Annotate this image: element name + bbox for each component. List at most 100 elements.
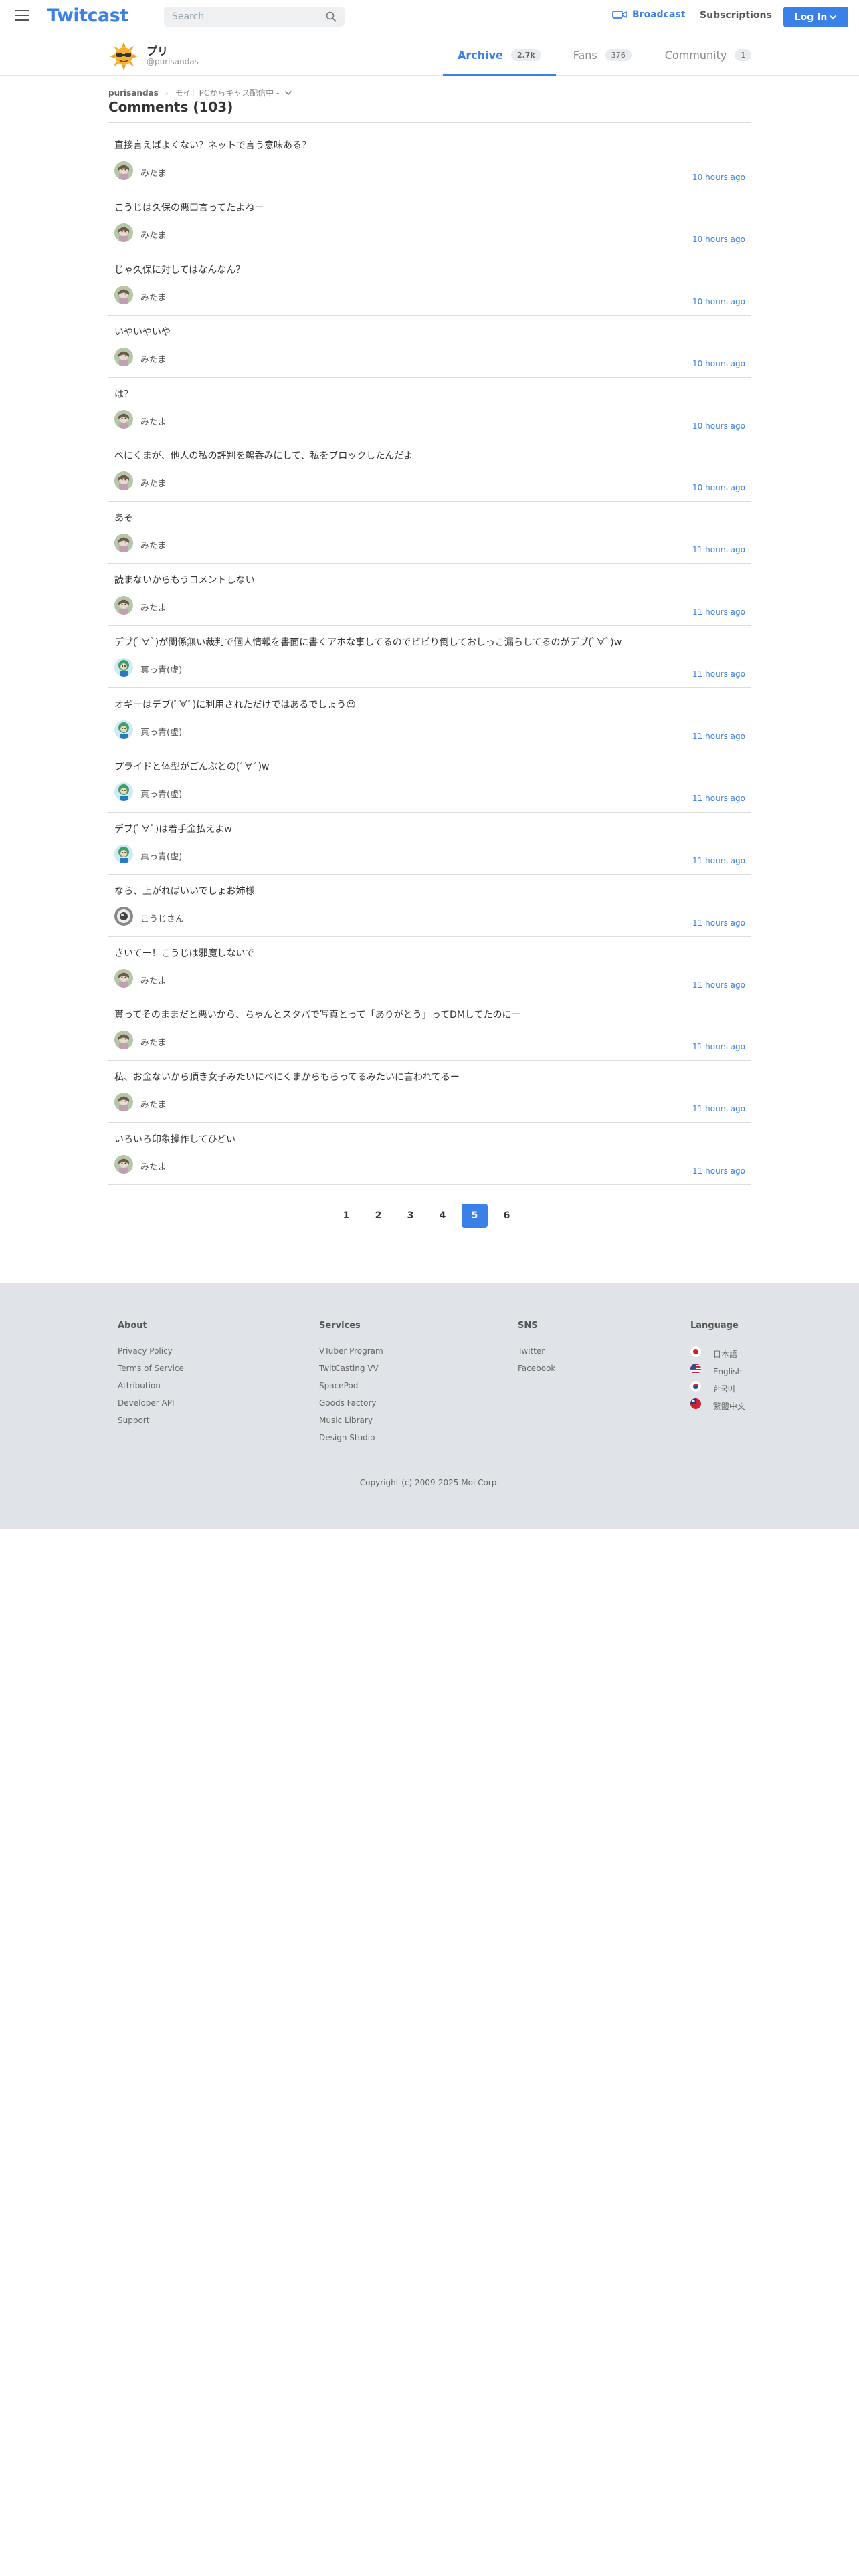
language-option-zh[interactable]: 繁體中文: [690, 1398, 745, 1416]
chevron-down-icon[interactable]: [284, 90, 292, 96]
commenter-avatar[interactable]: [114, 1093, 133, 1112]
comment-timestamp[interactable]: 11 hours ago: [692, 732, 745, 741]
commenter-avatar[interactable]: [114, 347, 133, 366]
footer-link[interactable]: Developer API: [118, 1398, 184, 1416]
footer-link[interactable]: Attribution: [118, 1381, 184, 1398]
commenter-avatar[interactable]: [114, 720, 133, 740]
comment-timestamp[interactable]: 10 hours ago: [692, 173, 745, 182]
menu-icon[interactable]: [15, 10, 29, 22]
commenter-avatar[interactable]: [114, 161, 133, 180]
broadcast-button[interactable]: Broadcast: [612, 9, 685, 20]
language-label: English: [712, 1367, 743, 1376]
comment-timestamp[interactable]: 11 hours ago: [692, 980, 745, 990]
page-button-4[interactable]: 4: [430, 1204, 456, 1228]
comment-timestamp[interactable]: 11 hours ago: [692, 545, 745, 554]
search-input[interactable]: [172, 11, 319, 22]
footer-link[interactable]: TwitCasting VV: [319, 1364, 383, 1381]
comment-timestamp[interactable]: 11 hours ago: [692, 1166, 745, 1176]
page-button-2[interactable]: 2: [365, 1204, 391, 1228]
breadcrumb-movie-link[interactable]: モイ！PCからキャス配信中 -: [175, 87, 280, 98]
commenter-avatar[interactable]: [114, 968, 133, 988]
footer-link[interactable]: Facebook: [518, 1364, 555, 1381]
footer-link[interactable]: SpacePod: [319, 1381, 383, 1398]
top-header: Twitcast Broadcast Subscriptions Log In: [0, 0, 859, 33]
footer-link[interactable]: Terms of Service: [118, 1364, 184, 1381]
commenter-name[interactable]: みたま: [140, 1035, 167, 1048]
commenter-name[interactable]: みたま: [140, 415, 167, 427]
comment-text: 読まないからもうコメントしない: [114, 575, 255, 586]
comment-item: べにくまが、他人の私の評判を鵜呑みにして、私をブロックしたんだよ みたま 10 ho…: [108, 439, 751, 502]
commenter-name[interactable]: みたま: [140, 1097, 167, 1110]
twitcast-logo[interactable]: Twitcast: [47, 5, 128, 26]
language-option-ja[interactable]: 日本語: [690, 1346, 745, 1364]
commenter-avatar[interactable]: [114, 409, 133, 429]
commenter-name[interactable]: みたま: [140, 228, 167, 241]
commenter-name[interactable]: 真っ青(虚): [140, 663, 182, 675]
tab-archive[interactable]: Archive 2.7k: [443, 34, 556, 76]
comment-timestamp[interactable]: 11 hours ago: [692, 856, 745, 865]
language-option-en[interactable]: English: [690, 1364, 745, 1381]
commenter-name[interactable]: みたま: [140, 601, 167, 613]
language-label: 한국어: [712, 1384, 735, 1394]
page-button-5[interactable]: 5: [462, 1204, 488, 1228]
profile-avatar[interactable]: [108, 41, 139, 72]
commenter-name[interactable]: みたま: [140, 974, 167, 986]
comment-timestamp[interactable]: 11 hours ago: [692, 794, 745, 803]
footer-link[interactable]: Music Library: [319, 1416, 383, 1433]
commenter-name[interactable]: みたま: [140, 476, 167, 489]
commenter-name[interactable]: みたま: [140, 166, 167, 179]
breadcrumb-user-link[interactable]: purisandas: [108, 88, 159, 98]
login-button[interactable]: Log In: [783, 7, 848, 27]
commenter-avatar[interactable]: [114, 596, 133, 615]
footer-link[interactable]: Privacy Policy: [118, 1346, 184, 1364]
page-button-6[interactable]: 6: [494, 1204, 520, 1228]
page-button-3[interactable]: 3: [397, 1204, 423, 1228]
footer-heading: SNS: [518, 1321, 538, 1331]
profile-name[interactable]: プリ: [147, 42, 168, 58]
commenter-name[interactable]: みたま: [140, 290, 167, 303]
tab-community[interactable]: Community 1: [645, 34, 763, 76]
footer-link[interactable]: Design Studio: [319, 1433, 383, 1451]
commenter-avatar[interactable]: [114, 285, 133, 304]
language-option-ko[interactable]: 한국어: [690, 1381, 745, 1398]
commenter-name[interactable]: 真っ青(虚): [140, 849, 182, 862]
commenter-avatar[interactable]: [114, 906, 133, 926]
comment-timestamp[interactable]: 10 hours ago: [692, 297, 745, 306]
comment-timestamp[interactable]: 11 hours ago: [692, 1104, 745, 1113]
search-icon[interactable]: [326, 11, 337, 22]
comment-list: 直接言えばよくない？ネットで言う意味ある？ みたま 10 hours ago こうじは…: [108, 129, 751, 1186]
commenter-name[interactable]: 真っ青(虚): [140, 725, 182, 738]
footer-link[interactable]: VTuber Program: [319, 1346, 383, 1364]
commenter-avatar[interactable]: [114, 223, 133, 242]
commenter-avatar[interactable]: [114, 534, 133, 553]
taiwan-flag-icon: [690, 1398, 701, 1409]
commenter-name[interactable]: みたま: [140, 352, 167, 365]
comment-timestamp[interactable]: 11 hours ago: [692, 669, 745, 679]
commenter-avatar[interactable]: [114, 658, 133, 677]
commenter-avatar[interactable]: [114, 1031, 133, 1050]
comment-timestamp[interactable]: 10 hours ago: [692, 235, 745, 244]
commenter-name[interactable]: こうじさん: [140, 911, 184, 924]
comment-item: デブ(ﾟ∀ﾟ)が関係無い裁判で個人情報を書面に書くアホな事してるのでビビり倒して…: [108, 626, 751, 689]
commenter-name[interactable]: 真っ青(虚): [140, 787, 182, 800]
commenter-avatar[interactable]: [114, 471, 133, 491]
comment-timestamp[interactable]: 10 hours ago: [692, 483, 745, 492]
subscriptions-link[interactable]: Subscriptions: [700, 10, 772, 21]
japan-flag-icon: [690, 1346, 701, 1357]
footer-link[interactable]: Goods Factory: [319, 1398, 383, 1416]
footer-link[interactable]: Twitter: [518, 1346, 555, 1364]
comment-timestamp[interactable]: 11 hours ago: [692, 918, 745, 928]
commenter-avatar[interactable]: [114, 844, 133, 863]
comment-timestamp[interactable]: 11 hours ago: [692, 1042, 745, 1051]
commenter-avatar[interactable]: [114, 1155, 133, 1174]
footer-link[interactable]: Support: [118, 1416, 184, 1433]
comment-timestamp[interactable]: 11 hours ago: [692, 607, 745, 617]
commenter-avatar[interactable]: [114, 782, 133, 801]
commenter-name[interactable]: みたま: [140, 538, 167, 551]
comment-timestamp[interactable]: 10 hours ago: [692, 359, 745, 368]
tab-fans[interactable]: Fans 376: [556, 34, 645, 76]
page-button-1[interactable]: 1: [333, 1204, 359, 1228]
commenter-name[interactable]: みたま: [140, 1160, 167, 1172]
search-box[interactable]: [164, 7, 345, 27]
comment-timestamp[interactable]: 10 hours ago: [692, 421, 745, 431]
